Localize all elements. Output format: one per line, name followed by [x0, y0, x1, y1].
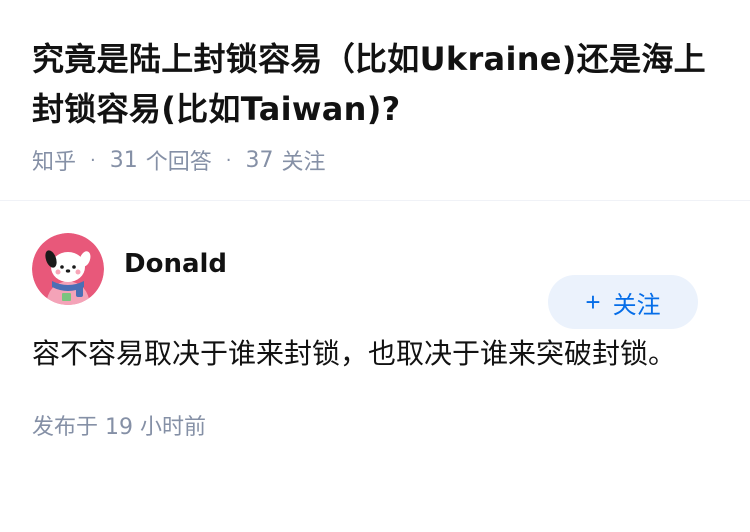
question-title[interactable]: 究竟是陆上封锁容易（比如Ukraine)还是海上封锁容易(比如Taiwan)? [32, 34, 718, 134]
source-label[interactable]: 知乎 [32, 144, 76, 176]
answers-label[interactable]: 个回答 [146, 144, 212, 176]
answer-card: Donald + 关注 容不容易取决于谁来封锁，也取决于谁来突破封锁。 发布于 … [0, 233, 750, 441]
answer-content[interactable]: 容不容易取决于谁来封锁，也取决于谁来突破封锁。 [32, 329, 682, 379]
section-divider [0, 200, 750, 201]
published-label: 发布于 [32, 415, 99, 440]
followers-label[interactable]: 关注 [282, 144, 326, 176]
published-time: 发布于 19 小时前 [32, 409, 718, 441]
author-name[interactable]: Donald [124, 249, 227, 279]
plus-icon: + [585, 286, 601, 317]
question-meta: 知乎 · 31 个回答 · 37 关注 [32, 144, 718, 176]
answers-count[interactable]: 31 [110, 148, 138, 173]
avatar[interactable] [32, 233, 104, 305]
follow-button[interactable]: + 关注 [548, 275, 698, 329]
question-header: 究竟是陆上封锁容易（比如Ukraine)还是海上封锁容易(比如Taiwan)? … [0, 0, 750, 175]
published-value: 19 小时前 [105, 415, 207, 440]
follow-button-label: 关注 [612, 291, 661, 319]
avatar-dog-icon [32, 233, 104, 305]
separator-dot: · [90, 149, 96, 171]
separator-dot: · [225, 149, 232, 171]
followers-count[interactable]: 37 [246, 148, 274, 173]
